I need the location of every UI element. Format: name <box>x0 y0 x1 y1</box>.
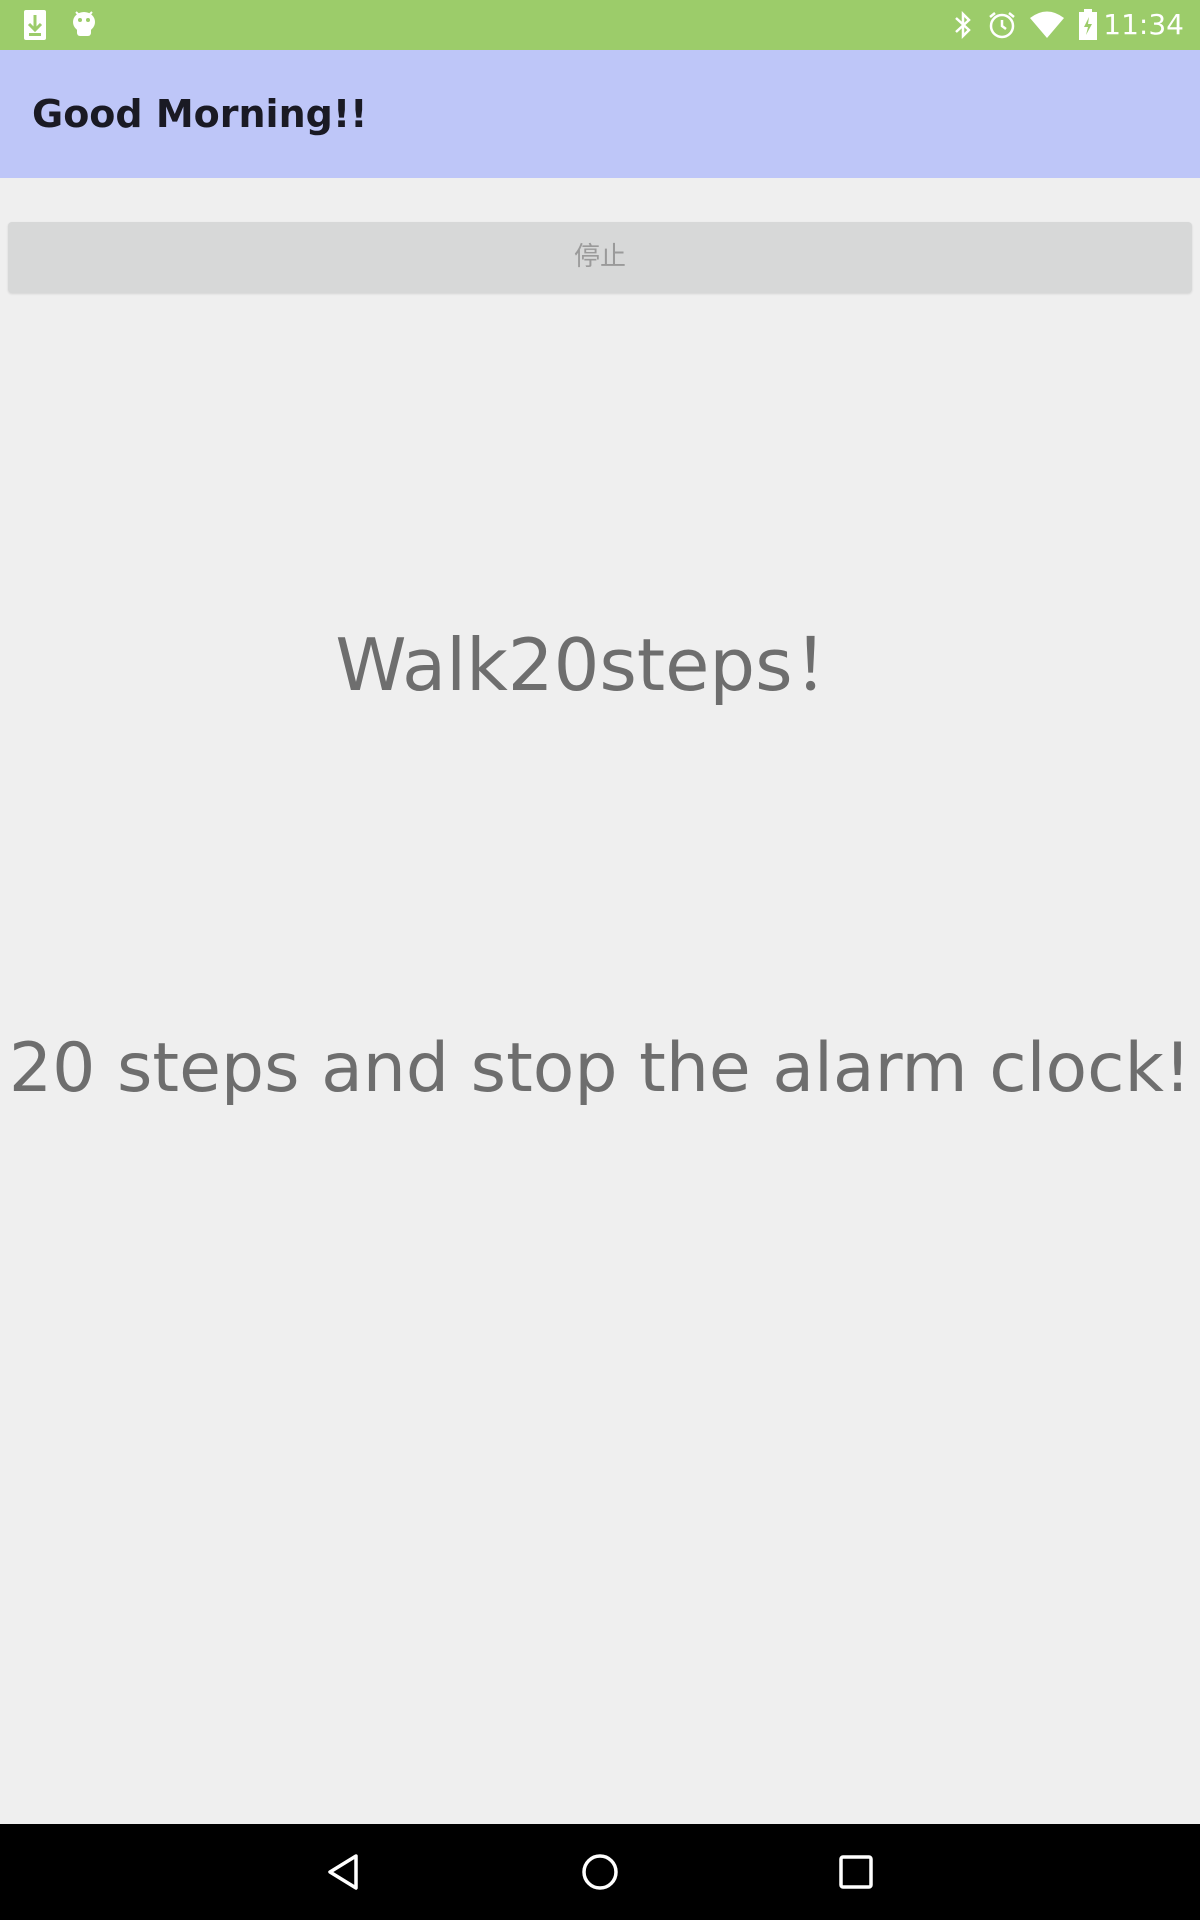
back-icon[interactable] <box>296 1824 392 1920</box>
alarm-icon <box>986 0 1018 50</box>
battery-icon <box>1074 0 1102 50</box>
recents-icon[interactable] <box>808 1824 904 1920</box>
status-time: 11:34 <box>1103 8 1184 41</box>
description-text: 20 steps and stop the alarm clock! <box>8 1029 1192 1108</box>
download-icon <box>20 0 50 50</box>
bluetooth-icon <box>950 0 976 50</box>
wifi-icon <box>1028 0 1066 50</box>
app-bar: Good Morning!! <box>0 50 1200 178</box>
alarm-screen: 11:34 Good Morning!! 停止 Walk20steps！ 20 … <box>0 0 1200 1920</box>
navigation-bar <box>0 1824 1200 1920</box>
app-title: Good Morning!! <box>32 92 368 136</box>
stop-button[interactable]: 停止 <box>8 222 1192 293</box>
android-icon <box>68 0 100 50</box>
status-bar: 11:34 <box>0 0 1200 50</box>
home-icon[interactable] <box>552 1824 648 1920</box>
instruction-text: Walk20steps！ <box>335 623 865 707</box>
